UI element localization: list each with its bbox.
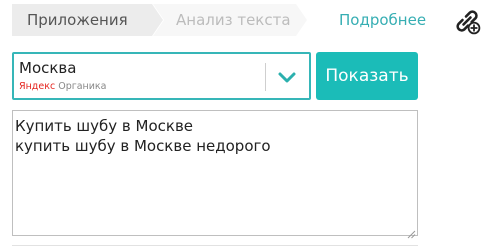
resize-grip-icon[interactable]	[406, 224, 416, 239]
source-type: Органика	[58, 81, 107, 92]
breadcrumb-text-analysis[interactable]: Анализ текста	[176, 4, 291, 36]
region-value: Москва	[19, 59, 77, 77]
chevron-down-icon[interactable]	[273, 66, 301, 90]
divider	[12, 245, 418, 246]
region-source: Яндекс Органика	[19, 81, 106, 92]
breadcrumb-apps[interactable]: Приложения	[27, 4, 128, 36]
show-button[interactable]: Показать	[316, 52, 418, 100]
more-link[interactable]: Подробнее	[339, 4, 426, 36]
query-textarea[interactable]: Купить шубу в Москве купить шубу в Москв…	[12, 110, 418, 239]
select-divider	[265, 63, 266, 91]
query-line: купить шубу в Москве недорого	[15, 137, 271, 155]
query-line: Купить шубу в Москве	[15, 117, 194, 135]
region-select[interactable]: Москва Яндекс Органика	[12, 52, 311, 100]
top-navigation: Приложения Анализ текста Подробнее	[0, 0, 485, 40]
source-brand: Яндекс	[19, 81, 56, 92]
breadcrumb: Приложения Анализ текста	[12, 4, 308, 36]
app-root: Приложения Анализ текста Подробнее Москв…	[0, 0, 485, 248]
link-add-icon[interactable]	[452, 6, 482, 36]
